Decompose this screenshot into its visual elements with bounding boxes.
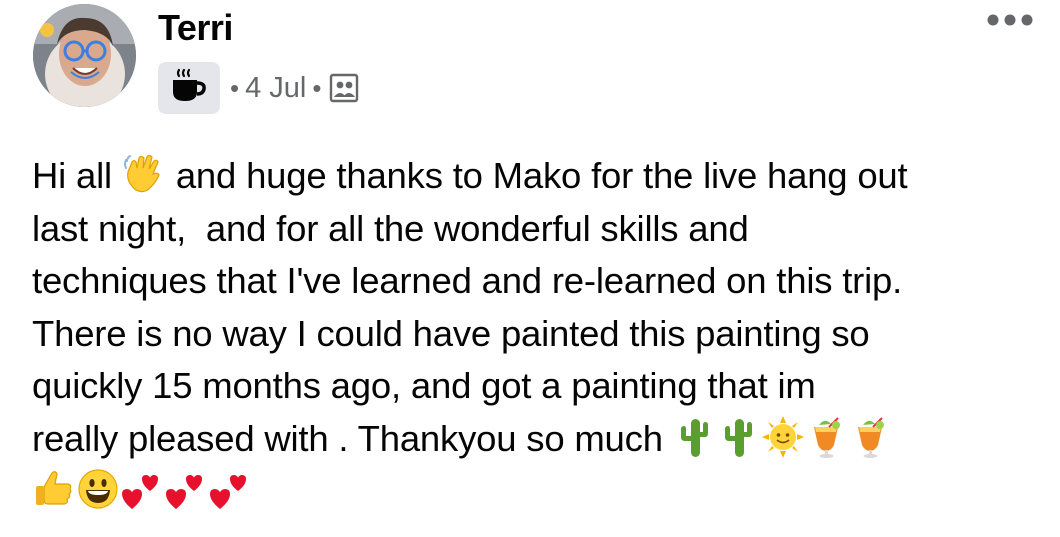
two-hearts-emoji <box>164 467 208 511</box>
post-line: really pleased with . Thankyou so much <box>32 413 1052 466</box>
post-line: last night, and for all the wonderful sk… <box>32 207 749 249</box>
post-text: Hi all <box>32 155 112 196</box>
cactus-emoji <box>717 415 761 459</box>
tropical-drink-emoji <box>849 415 893 459</box>
cactus-emoji <box>673 415 717 459</box>
post-line <box>32 465 1052 518</box>
post-text: really pleased with . Thankyou so much <box>32 417 663 459</box>
author-avatar[interactable] <box>33 4 136 107</box>
grinning-face-emoji <box>76 467 120 511</box>
post-meta: • 4 Jul • <box>158 62 359 114</box>
post-body: Hi all and huge thanks to Mako for the l… <box>32 150 1052 518</box>
meta-separator: • <box>230 73 240 103</box>
post-text: and huge thanks to Mako for the live han… <box>165 155 908 196</box>
two-hearts-emoji <box>120 467 164 511</box>
post-line: quickly 15 months ago, and got a paintin… <box>32 365 816 406</box>
author-name[interactable]: Terri <box>158 8 233 48</box>
thumbs-up-emoji <box>32 467 76 511</box>
meta-separator: • <box>312 73 322 103</box>
more-options-button[interactable] <box>980 2 1040 42</box>
post-date[interactable]: 4 Jul <box>245 62 306 114</box>
more-options-icon <box>985 13 1035 32</box>
post-line: There is no way I could have painted thi… <box>32 312 870 354</box>
post-line: Hi all and huge thanks to Mako for the l… <box>32 150 1052 203</box>
waving-hand-emoji <box>122 152 166 196</box>
activity-chip[interactable] <box>158 62 220 114</box>
hot-beverage-icon <box>170 68 208 109</box>
tropical-drink-emoji <box>805 415 849 459</box>
friends-of-friends-icon[interactable] <box>329 73 359 103</box>
post-card: Terri • 4 Jul • Hi all and huge thanks t… <box>0 0 1060 537</box>
two-hearts-emoji <box>208 467 252 511</box>
post-line: techniques that I've learned and re-lear… <box>32 260 903 301</box>
sun-with-face-emoji <box>761 415 805 459</box>
